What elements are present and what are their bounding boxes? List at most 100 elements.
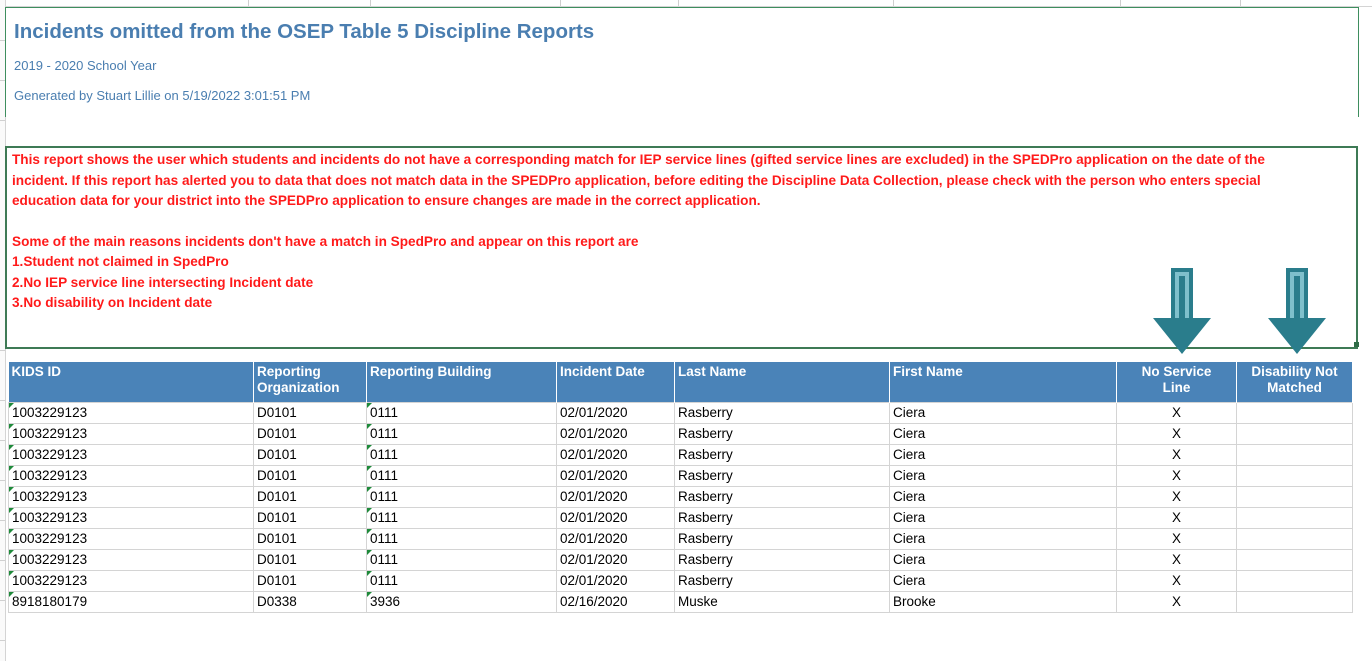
down-arrow-icon: [1268, 268, 1326, 354]
cell-first-name[interactable]: Ciera: [889, 402, 1117, 424]
selection-handle[interactable]: [1354, 342, 1359, 347]
cell-no-service-line[interactable]: X: [1116, 507, 1237, 529]
cell-kids-id-value: 1003229123: [12, 573, 88, 588]
error-indicator-icon: [9, 550, 14, 555]
report-header[interactable]: Incidents omitted from the OSEP Table 5 …: [5, 7, 1359, 117]
cell-disability-not-matched[interactable]: [1236, 486, 1353, 508]
cell-incident-date[interactable]: 02/16/2020: [556, 591, 675, 613]
cell-last-name[interactable]: Rasberry: [674, 486, 890, 508]
cell-last-name[interactable]: Rasberry: [674, 549, 890, 571]
cell-reporting-organization[interactable]: D0101: [253, 570, 367, 592]
cell-last-name[interactable]: Rasberry: [674, 528, 890, 550]
cell-reporting-building[interactable]: 0111: [366, 465, 557, 487]
cell-disability-not-matched[interactable]: [1236, 465, 1353, 487]
cell-incident-date[interactable]: 02/01/2020: [556, 465, 675, 487]
cell-disability-not-matched[interactable]: [1236, 570, 1353, 592]
cell-reporting-organization[interactable]: D0101: [253, 423, 367, 445]
cell-no-service-line[interactable]: X: [1116, 444, 1237, 466]
cell-reporting-organization[interactable]: D0338: [253, 591, 367, 613]
cell-reporting-organization[interactable]: D0101: [253, 507, 367, 529]
cell-disability-not-matched[interactable]: [1236, 528, 1353, 550]
cell-reporting-organization[interactable]: D0101: [253, 549, 367, 571]
cell-incident-date[interactable]: 02/01/2020: [556, 528, 675, 550]
header-reporting-organization[interactable]: Reporting Organization: [253, 362, 367, 403]
cell-disability-not-matched[interactable]: [1236, 507, 1353, 529]
cell-reporting-building[interactable]: 0111: [366, 549, 557, 571]
cell-no-service-line[interactable]: X: [1116, 591, 1237, 613]
cell-incident-date[interactable]: 02/01/2020: [556, 486, 675, 508]
cell-first-name[interactable]: Ciera: [889, 486, 1117, 508]
cell-kids-id[interactable]: 1003229123: [8, 444, 254, 466]
cell-reporting-organization[interactable]: D0101: [253, 528, 367, 550]
cell-incident-date[interactable]: 02/01/2020: [556, 570, 675, 592]
cell-no-service-line[interactable]: X: [1116, 423, 1237, 445]
cell-kids-id[interactable]: 1003229123: [8, 465, 254, 487]
header-incident-date[interactable]: Incident Date: [556, 362, 675, 403]
cell-incident-date[interactable]: 02/01/2020: [556, 444, 675, 466]
cell-kids-id[interactable]: 1003229123: [8, 402, 254, 424]
cell-last-name[interactable]: Rasberry: [674, 444, 890, 466]
cell-first-name[interactable]: Brooke: [889, 591, 1117, 613]
cell-kids-id[interactable]: 1003229123: [8, 423, 254, 445]
header-reporting-building[interactable]: Reporting Building: [366, 362, 557, 403]
cell-first-name[interactable]: Ciera: [889, 444, 1117, 466]
cell-disability-not-matched[interactable]: [1236, 591, 1353, 613]
cell-disability-not-matched[interactable]: [1236, 423, 1353, 445]
cell-first-name[interactable]: Ciera: [889, 507, 1117, 529]
cell-incident-date-value: 02/01/2020: [560, 405, 628, 420]
cell-first-name[interactable]: Ciera: [889, 465, 1117, 487]
cell-kids-id[interactable]: 1003229123: [8, 549, 254, 571]
header-kids-id[interactable]: KIDS ID: [8, 362, 254, 403]
cell-reporting-organization[interactable]: D0101: [253, 486, 367, 508]
cell-no-service-line[interactable]: X: [1116, 570, 1237, 592]
cell-last-name[interactable]: Rasberry: [674, 570, 890, 592]
cell-disability-not-matched[interactable]: [1236, 402, 1353, 424]
cell-no-service-line[interactable]: X: [1116, 549, 1237, 571]
cell-kids-id[interactable]: 1003229123: [8, 486, 254, 508]
header-disability-not-matched[interactable]: Disability Not Matched: [1236, 362, 1353, 403]
cell-first-name[interactable]: Ciera: [889, 549, 1117, 571]
cell-reporting-building[interactable]: 0111: [366, 486, 557, 508]
cell-kids-id[interactable]: 1003229123: [8, 570, 254, 592]
cell-no-service-line[interactable]: X: [1116, 465, 1237, 487]
cell-last-name[interactable]: Muske: [674, 591, 890, 613]
cell-reporting-organization[interactable]: D0101: [253, 444, 367, 466]
header-no-service-line[interactable]: No Service Line: [1116, 362, 1237, 403]
header-last-name[interactable]: Last Name: [674, 362, 890, 403]
reason-item: 1.Student not claimed in SpedPro: [12, 254, 229, 269]
cell-last-name-value: Muske: [678, 594, 718, 609]
cell-reporting-building[interactable]: 0111: [366, 570, 557, 592]
cell-reporting-organization[interactable]: D0101: [253, 402, 367, 424]
cell-reporting-building[interactable]: 0111: [366, 444, 557, 466]
cell-incident-date[interactable]: 02/01/2020: [556, 402, 675, 424]
cell-incident-date[interactable]: 02/01/2020: [556, 549, 675, 571]
header-first-name[interactable]: First Name: [889, 362, 1117, 403]
cell-no-service-line-value: X: [1171, 447, 1181, 462]
cell-no-service-line[interactable]: X: [1116, 486, 1237, 508]
cell-reporting-building[interactable]: 0111: [366, 528, 557, 550]
cell-last-name[interactable]: Rasberry: [674, 507, 890, 529]
cell-incident-date[interactable]: 02/01/2020: [556, 507, 675, 529]
cell-first-name[interactable]: Ciera: [889, 570, 1117, 592]
error-indicator-icon: [367, 466, 372, 471]
cell-kids-id[interactable]: 1003229123: [8, 528, 254, 550]
cell-reporting-organization[interactable]: D0101: [253, 465, 367, 487]
cell-first-name[interactable]: Ciera: [889, 528, 1117, 550]
table-row: 8918180179 D0338 3936 02/16/2020 Muske Brooke…: [8, 591, 1353, 613]
cell-no-service-line[interactable]: X: [1116, 528, 1237, 550]
cell-last-name[interactable]: Rasberry: [674, 423, 890, 445]
cell-no-service-line[interactable]: X: [1116, 402, 1237, 424]
cell-last-name[interactable]: Rasberry: [674, 402, 890, 424]
cell-disability-not-matched[interactable]: [1236, 444, 1353, 466]
cell-last-name[interactable]: Rasberry: [674, 465, 890, 487]
table-row: 1003229123 D0101 0111 02/01/2020 Rasberry Cie…: [8, 465, 1353, 487]
cell-incident-date[interactable]: 02/01/2020: [556, 423, 675, 445]
cell-reporting-building[interactable]: 0111: [366, 507, 557, 529]
cell-disability-not-matched[interactable]: [1236, 549, 1353, 571]
cell-reporting-building[interactable]: 3936: [366, 591, 557, 613]
cell-reporting-building[interactable]: 0111: [366, 402, 557, 424]
cell-kids-id[interactable]: 1003229123: [8, 507, 254, 529]
cell-reporting-building[interactable]: 0111: [366, 423, 557, 445]
cell-kids-id[interactable]: 8918180179: [8, 591, 254, 613]
cell-first-name[interactable]: Ciera: [889, 423, 1117, 445]
